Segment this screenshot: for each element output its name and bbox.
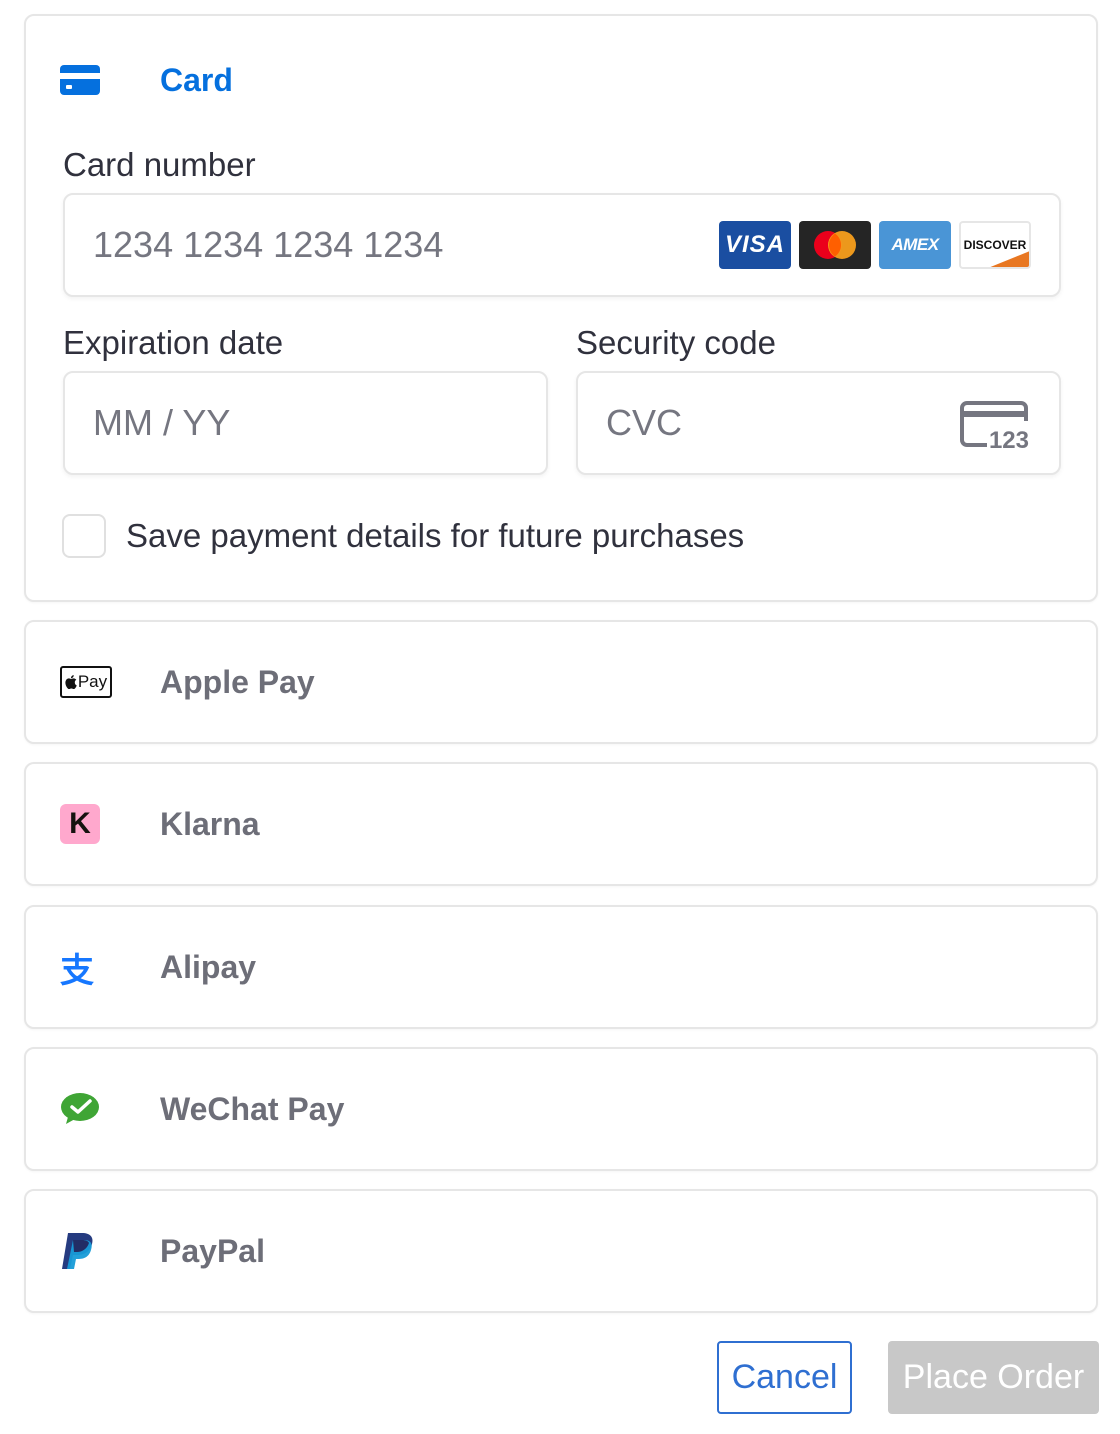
card-tab-label: Card: [160, 62, 233, 98]
paypal-label: PayPal: [160, 1233, 265, 1269]
apple-pay-icon: Pay: [60, 660, 118, 704]
expiration-date-placeholder: MM / YY: [93, 402, 231, 443]
card-number-placeholder: 1234 1234 1234 1234: [93, 224, 444, 265]
klarna-label: Klarna: [160, 806, 260, 842]
wechat-pay-icon: [60, 1087, 118, 1131]
alipay-icon: 支: [60, 950, 94, 991]
card-tab[interactable]: Card: [60, 60, 233, 100]
payment-method-apple-pay[interactable]: Pay Apple Pay: [24, 620, 1098, 744]
wechat-pay-label: WeChat Pay: [160, 1091, 345, 1127]
payment-method-paypal[interactable]: PayPal: [24, 1189, 1098, 1313]
amex-icon: AMEX: [879, 221, 951, 269]
security-code-label: Security code: [576, 324, 776, 361]
payment-method-klarna[interactable]: K Klarna: [24, 762, 1098, 886]
mastercard-icon: [799, 221, 871, 269]
expiration-date-label: Expiration date: [63, 324, 284, 361]
apple-pay-label: Apple Pay: [160, 664, 315, 700]
payment-method-alipay[interactable]: 支 Alipay: [24, 905, 1098, 1029]
payment-method-wechat-pay[interactable]: WeChat Pay: [24, 1047, 1098, 1171]
alipay-label: Alipay: [160, 949, 257, 985]
card-payment-panel: Card Card number 1234 1234 1234 1234 VIS…: [24, 14, 1098, 602]
card-number-input[interactable]: 1234 1234 1234 1234 VISA AMEX DISCOVER: [63, 193, 1061, 297]
security-code-input[interactable]: CVC 123: [576, 371, 1061, 475]
expiration-date-input[interactable]: MM / YY: [63, 371, 548, 475]
cancel-button[interactable]: Cancel: [717, 1341, 852, 1414]
save-payment-checkbox[interactable]: [62, 514, 106, 558]
discover-icon: DISCOVER: [959, 221, 1031, 269]
save-payment-label: Save payment details for future purchase…: [126, 517, 745, 554]
credit-card-icon: [60, 65, 100, 95]
klarna-icon: K: [60, 802, 118, 846]
place-order-button[interactable]: Place Order: [888, 1341, 1099, 1414]
security-code-placeholder: CVC: [606, 402, 683, 443]
visa-icon: VISA: [719, 221, 791, 269]
paypal-icon: [60, 1229, 118, 1273]
cvc-card-icon: 123: [959, 399, 1029, 455]
card-number-label: Card number: [63, 146, 256, 183]
card-brand-logos: VISA AMEX DISCOVER: [719, 221, 1031, 269]
